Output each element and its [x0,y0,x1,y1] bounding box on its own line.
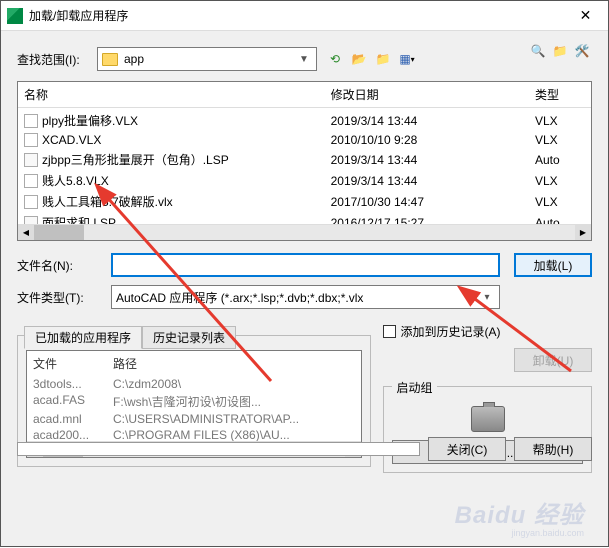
window-title: 加载/卸载应用程序 [29,7,563,24]
briefcase-icon[interactable] [471,406,505,432]
load-button[interactable]: 加载(L) [514,253,592,277]
close-button[interactable]: 关闭(C) [428,437,506,461]
look-in-combo[interactable]: app ▼ [97,47,317,71]
find-icon[interactable]: 🔍 [528,41,548,61]
help-button[interactable]: 帮助(H) [514,437,592,461]
file-icon [24,216,38,225]
file-name: 贱人工具箱5.7破解版.vlx [42,193,173,210]
app-icon [7,8,23,24]
file-date: 2019/3/14 13:44 [331,114,535,128]
col-date[interactable]: 修改日期 [331,86,535,103]
col-name[interactable]: 名称 [24,86,331,103]
nav-toolbar: ⟲ 📂 📁 ▦▾ [325,49,417,69]
file-type: VLX [535,133,585,147]
loaded-row[interactable]: acad.FASF:\wsh\吉隆河初设\初设图... [33,392,355,411]
filetype-label: 文件类型(T): [17,289,97,306]
watermark: Baidu 经验 [455,495,584,530]
file-date: 2016/12/17 15:27 [331,216,535,225]
scroll-thumb[interactable] [34,225,84,240]
file-row[interactable]: XCAD.VLX 2010/10/10 9:28VLX [24,131,585,149]
file-type: VLX [535,114,585,128]
titlebar: 加载/卸载应用程序 ✕ [1,1,608,31]
file-type: Auto [535,216,585,225]
tools-icon[interactable]: 🛠️ [572,41,592,61]
filetype-combo[interactable]: AutoCAD 应用程序 (*.arx;*.lsp;*.dvb;*.dbx;*.… [111,285,500,309]
progress-bar [17,442,420,456]
file-date: 2017/10/30 14:47 [331,195,535,209]
chevron-down-icon: ▾ [479,292,495,303]
file-icon [24,195,38,209]
scroll-left-icon[interactable]: ◀ [18,225,34,240]
back-icon[interactable]: ⟲ [325,49,345,69]
file-name: 贱人5.8.VLX [42,172,109,189]
file-icon [24,133,38,147]
loaded-file: 3dtools... [33,377,113,391]
file-row[interactable]: zjbpp三角形批量展开（包角）.LSP 2019/3/14 13:44Auto [24,149,585,170]
right-toolbar: 🔍 📁 🛠️ [528,41,592,61]
loaded-col-path: 路径 [113,355,355,372]
file-list[interactable]: 名称 修改日期 类型 plpy批量偏移.VLX2019/3/14 13:44VL… [17,81,592,241]
file-row[interactable]: plpy批量偏移.VLX 2019/3/14 13:44VLX [24,110,585,131]
new-folder-icon[interactable]: 📁 [373,49,393,69]
startup-label: 启动组 [392,379,436,396]
up-icon[interactable]: 📂 [349,49,369,69]
file-list-scrollbar[interactable]: ◀ ▶ [18,224,591,240]
loaded-file: acad.FAS [33,393,113,410]
folder-tree-icon[interactable]: 📁 [550,41,570,61]
col-type[interactable]: 类型 [535,86,585,103]
watermark-sub: jingyan.baidu.com [511,528,584,538]
file-date: 2010/10/10 9:28 [331,133,535,147]
file-type: VLX [535,195,585,209]
file-date: 2019/3/14 13:44 [331,153,535,167]
file-row[interactable]: 贱人工具箱5.7破解版.vlx 2017/10/30 14:47VLX [24,191,585,212]
file-name: zjbpp三角形批量展开（包角）.LSP [42,151,229,168]
filename-label: 文件名(N): [17,257,97,274]
file-icon [24,114,38,128]
unload-button: 卸载(U) [514,348,592,372]
file-name: 面积求和.LSP [42,214,116,224]
loaded-file: acad.mnl [33,412,113,426]
tab-loaded[interactable]: 已加载的应用程序 [24,326,142,349]
file-date: 2019/3/14 13:44 [331,174,535,188]
file-name: XCAD.VLX [42,133,101,147]
look-in-folder: app [124,52,296,66]
file-list-header: 名称 修改日期 类型 [18,82,591,108]
scroll-right-icon[interactable]: ▶ [575,225,591,240]
add-history-checkbox[interactable] [383,325,396,338]
file-icon [24,174,38,188]
folder-icon [102,53,118,66]
file-row[interactable]: 贱人5.8.VLX 2019/3/14 13:44VLX [24,170,585,191]
file-type: VLX [535,174,585,188]
close-window-button[interactable]: ✕ [563,1,608,30]
loaded-path: C:\USERS\ADMINISTRATOR\AP... [113,412,355,426]
loaded-path: F:\wsh\吉隆河初设\初设图... [113,393,355,410]
file-icon [24,153,38,167]
file-name: plpy批量偏移.VLX [42,112,138,129]
loaded-col-file: 文件 [33,355,113,372]
loaded-row[interactable]: 3dtools...C:\zdm2008\ [33,376,355,392]
chevron-down-icon: ▼ [296,54,312,65]
add-history-label: 添加到历史记录(A) [400,323,500,340]
file-row[interactable]: 面积求和.LSP 2016/12/17 15:27Auto [24,212,585,224]
file-type: Auto [535,153,585,167]
filename-input[interactable] [111,253,500,277]
look-in-label: 查找范围(I): [17,51,97,68]
loaded-path: C:\zdm2008\ [113,377,355,391]
loaded-row[interactable]: acad.mnlC:\USERS\ADMINISTRATOR\AP... [33,411,355,427]
view-icon[interactable]: ▦▾ [397,49,417,69]
tab-history[interactable]: 历史记录列表 [142,326,236,349]
